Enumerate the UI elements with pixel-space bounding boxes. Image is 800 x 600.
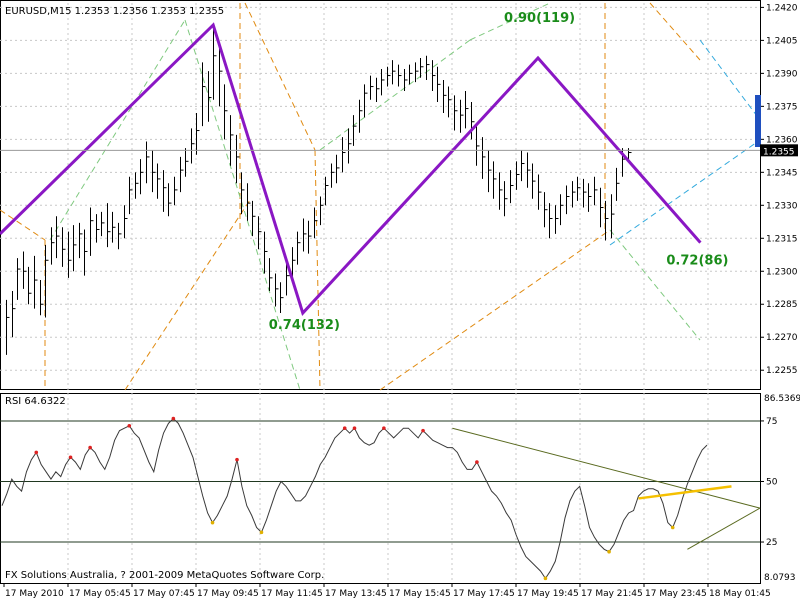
rsi-peak-dot [235, 457, 239, 462]
x-tick-label: 17 May 05:45 [69, 589, 131, 599]
x-tick-label: 17 May 07:45 [133, 589, 195, 599]
zigzag-line [0, 22, 702, 316]
y-tick-label: 1.2360 [766, 135, 798, 145]
fib-line [244, 2, 316, 151]
rsi-peak-dot [475, 460, 479, 464]
channel-line [699, 39, 761, 121]
current-price-label: 1.2355 [763, 147, 795, 157]
y-tick-label: 1.2390 [766, 69, 798, 79]
fib-line [649, 2, 701, 61]
rsi-line [1, 417, 708, 580]
rsi-peak-dot [352, 426, 357, 431]
rsi-pane[interactable]: 75 50 25 86.5369 8.0793 [0, 393, 800, 584]
metatrader-chart: 1.2420 1.2405 1.2390 1.2375 1.2360 1.2345 1.23… [0, 0, 800, 599]
rsi-peak-dot [171, 416, 176, 421]
price-range-marker [755, 95, 761, 147]
fib-line-green [49, 19, 186, 241]
price-pane-frame [0, 0, 761, 390]
fib-line [314, 149, 321, 391]
y-tick-label: 1.2315 [766, 234, 798, 244]
price-pane[interactable]: 1.2420 1.2405 1.2390 1.2375 1.2360 1.2345 1.23… [0, 0, 798, 391]
y-tick-label: 1.2330 [766, 201, 798, 211]
rsi-trendline [452, 427, 761, 509]
rsi-trough-dot [607, 549, 611, 554]
rsi-trendline [687, 507, 761, 550]
rsi-trough-dot [543, 576, 548, 581]
time-axis: 17 May 2010 17 May 05:45 17 May 07:45 17 Ma… [3, 583, 771, 599]
x-tick-label: 17 May 23:45 [645, 589, 707, 599]
rsi-pane-frame [0, 393, 761, 584]
rsi-peak-dot [382, 426, 386, 431]
x-tick-label: 18 May 01:45 [709, 589, 771, 599]
y-tick-label: 1.2420 [766, 3, 798, 13]
fib-line [124, 199, 251, 391]
rsi-title: RSI 64.6322 [5, 396, 66, 407]
fib-line [379, 229, 611, 391]
zigzag-label: 0.90(119) [504, 11, 575, 26]
y-tick-label: 1.2255 [766, 366, 798, 376]
x-tick-label: 17 May 13:45 [325, 589, 387, 599]
x-tick-label: 17 May 2010 [5, 589, 64, 599]
rsi-peak-dot [127, 423, 132, 428]
rsi-trough-dot [210, 520, 215, 525]
x-tick-label: 17 May 19:45 [517, 589, 579, 599]
rsi-peak-dot [88, 445, 92, 450]
y-tick-label: 1.2345 [766, 168, 798, 178]
rsi-tick-label: 50 [766, 477, 778, 487]
zigzag-label: 0.74(132) [269, 318, 340, 333]
fib-line [0, 209, 46, 241]
fib-line-green [319, 39, 471, 151]
chart-title: EURUSD,M15 1.2353 1.2356 1.2353 1.2355 [5, 6, 224, 17]
rsi-trough-dot [259, 530, 264, 535]
rsi-peak-dot [342, 426, 347, 431]
y-tick-label: 1.2270 [766, 333, 798, 343]
rsi-peak-dot [421, 428, 425, 433]
y-tick-label: 1.2375 [766, 102, 798, 112]
rsi-max-label: 86.5369 [764, 394, 800, 404]
x-tick-label: 17 May 21:45 [581, 589, 643, 599]
channel-line [609, 139, 761, 246]
rsi-min-label: 8.0793 [764, 573, 796, 583]
rsi-peak-dot [34, 450, 39, 455]
x-tick-label: 17 May 11:45 [261, 589, 323, 599]
y-tick-label: 1.2285 [766, 300, 798, 310]
x-tick-label: 17 May 15:45 [389, 589, 451, 599]
x-tick-label: 17 May 09:45 [197, 589, 259, 599]
y-tick-label: 1.2405 [766, 36, 798, 46]
y-tick-label: 1.2300 [766, 267, 798, 277]
rsi-tick-label: 75 [766, 417, 777, 427]
x-tick-label: 17 May 17:45 [453, 589, 515, 599]
rsi-trough-dot [670, 525, 675, 530]
copyright-text: FX Solutions Australia, ? 2001-2009 Meta… [5, 570, 324, 581]
rsi-peak-dot [68, 455, 73, 460]
rsi-tick-label: 25 [766, 538, 777, 548]
zigzag-label: 0.72(86) [666, 254, 728, 269]
fib-line-green [609, 229, 701, 341]
